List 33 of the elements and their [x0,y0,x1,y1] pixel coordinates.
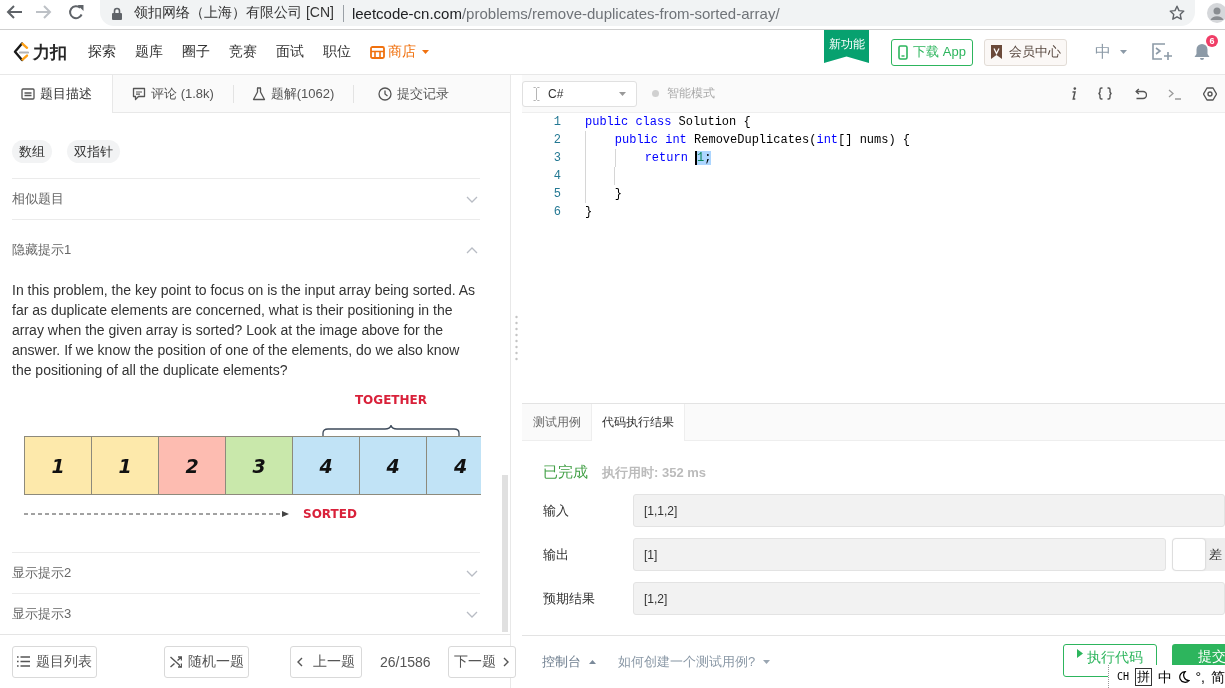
field-label: 预期结果 [543,589,596,608]
code-line: public int RemoveDuplicates(int[] nums) { [585,131,911,149]
output-field: [1,2] [633,582,1225,615]
array-cell: 1 [91,436,159,495]
hint-text: In this problem, the key point to focus on is the input array being sorted. As far as duplicate elements are concerned, what is their positioning in the array when the given array is sorted? Look at the image above for the answer. If we know the position of one of the elements, do we also know the positioning of all the duplicate elements? [12,281,477,380]
line-number: 5 [552,186,561,203]
field-label: 输入 [543,501,570,520]
field-label: 输出 [543,545,570,564]
line-number: 3 [552,150,561,167]
figure-label: TOGETHER [354,393,428,407]
code-line: } [585,204,593,221]
notification-badge: 6 [1206,35,1218,47]
output-field: [1,1,2] [633,494,1225,527]
array-cell: 4 [359,436,427,495]
code-line: } [585,185,622,203]
code-line: public class Solution { [585,114,751,131]
array-cell: 4 [292,436,360,495]
array-cell: 2 [158,436,226,495]
line-number: 2 [552,132,561,149]
figure-label: SORTED [303,507,357,521]
runtime-text: 执行用时: 352 ms [602,464,707,482]
address-url: leetcode-cn.com/problems/remove-duplicates-from-sorted-array/ [351,4,780,22]
code-line: return 1; [585,149,712,167]
run-status: 已完成 [543,463,588,482]
array-cell: 3 [225,436,293,495]
line-number: 4 [552,168,561,185]
array-cell: 1 [24,436,92,495]
line-number: 1 [552,114,561,131]
problem-counter: 26/1586 [380,653,431,670]
line-number: 6 [552,204,561,221]
output-field: [1] [633,538,1166,571]
array-cell: 4 [426,436,481,495]
site-identity: 领扣网络（上海）有限公司 [CN] [134,4,334,22]
